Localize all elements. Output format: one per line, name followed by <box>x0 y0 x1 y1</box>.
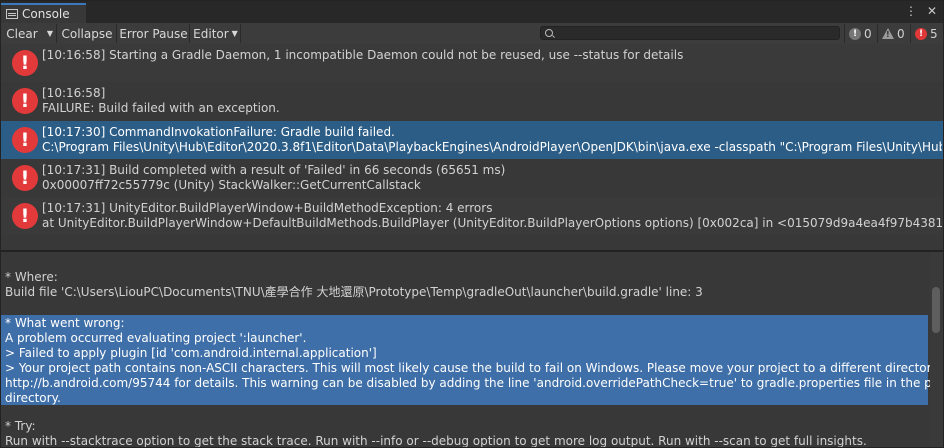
error-icon: ! <box>915 27 927 40</box>
detail-where-header: * Where: <box>5 270 58 284</box>
log-entry-line2: C:\Program Files\Unity\Hub\Editor\2020.3… <box>42 140 942 154</box>
detail-line: * What went wrong: <box>5 316 125 330</box>
warning-icon: ! <box>882 28 894 39</box>
detail-selected-text: * What went wrong: A problem occurred ev… <box>1 315 943 405</box>
scrollbar-thumb[interactable] <box>932 287 940 333</box>
caret-down-icon: ▼ <box>231 29 238 38</box>
detail-try-header: * Try: <box>5 419 36 433</box>
log-entry-line1: [10:17:31] Build completed with a result… <box>42 163 506 177</box>
detail-line: > Failed to apply plugin [id 'com.androi… <box>5 346 377 360</box>
collapse-button[interactable]: Collapse <box>58 24 117 43</box>
log-entry-text: [10:17:30] CommandInvokationFailure: Gra… <box>42 125 942 155</box>
log-entry[interactable]: ! [10:16:58] Starting a Gradle Daemon, 1… <box>1 44 943 82</box>
editor-dropdown-label: Editor <box>193 26 229 41</box>
error-pause-button[interactable]: Error Pause <box>118 24 190 43</box>
detail-line: > Your project path contains non-ASCII c… <box>5 361 943 375</box>
clear-options-dropdown[interactable]: ▼ <box>41 24 57 43</box>
log-entry-text: [10:16:58] Starting a Gradle Daemon, 1 i… <box>42 48 942 63</box>
log-entry-line2: FAILURE: Build failed with an exception. <box>42 101 280 115</box>
error-icon: ! <box>12 127 38 153</box>
log-entry-text: [10:17:31] UnityEditor.BuildPlayerWindow… <box>42 201 942 231</box>
log-entry-text: [10:17:31] Build completed with a result… <box>42 163 942 193</box>
console-window: Console ⋮ ✕ Clear ▼ Collapse Error Pause… <box>0 0 944 448</box>
log-entry-line2: 0x00007ff72c55779c (Unity) StackWalker::… <box>42 178 421 192</box>
warning-count-toggle[interactable]: ! 0 <box>877 24 909 43</box>
search-icon <box>545 29 553 37</box>
detail-line: directory. <box>5 391 61 405</box>
clear-button[interactable]: Clear <box>3 24 41 43</box>
detail-try-body: Run with --stacktrace option to get the … <box>5 434 867 447</box>
detail-line: A problem occurred evaluating project ':… <box>5 331 307 345</box>
warning-count: 0 <box>897 26 905 41</box>
search-field[interactable] <box>540 26 840 40</box>
close-icon[interactable]: ✕ <box>927 4 937 18</box>
detail-line: http://b.android.com/95744 for details. … <box>5 376 943 390</box>
tab-console[interactable]: Console <box>1 3 86 23</box>
log-entry-line2: at UnityEditor.BuildPlayerWindow+Default… <box>42 216 942 230</box>
detail-where-body: Build file 'C:\Users\LiouPC\Documents\TN… <box>5 285 703 299</box>
log-entry-selected[interactable]: ! [10:17:30] CommandInvokationFailure: G… <box>1 121 943 159</box>
info-count: 0 <box>864 26 872 41</box>
error-icon: ! <box>12 88 38 114</box>
log-entry-list: ! [10:16:58] Starting a Gradle Daemon, 1… <box>1 44 943 242</box>
info-icon: ! <box>849 27 861 40</box>
log-entry-line1: [10:16:58] <box>42 86 106 100</box>
editor-dropdown[interactable]: Editor ▼ <box>191 24 241 43</box>
error-icon: ! <box>12 203 38 229</box>
stack-trace-detail[interactable]: * Where: Build file 'C:\Users\LiouPC\Doc… <box>1 252 943 447</box>
detail-scrollbar[interactable] <box>930 252 943 447</box>
log-entry[interactable]: ! [10:17:31] Build completed with a resu… <box>1 159 943 197</box>
log-entry[interactable]: ! [10:16:58] FAILURE: Build failed with … <box>1 82 943 120</box>
info-count-toggle[interactable]: ! 0 <box>844 24 876 43</box>
tab-label: Console <box>22 7 70 21</box>
log-entry[interactable]: ! [10:17:31] UnityEditor.BuildPlayerWind… <box>1 197 943 235</box>
error-icon: ! <box>12 50 38 76</box>
caret-down-icon: ▼ <box>46 29 54 38</box>
console-icon <box>6 9 18 19</box>
log-entry-line1: [10:16:58] Starting a Gradle Daemon, 1 i… <box>42 48 684 62</box>
error-icon: ! <box>12 165 38 191</box>
search-input[interactable] <box>557 27 837 39</box>
log-entry-line1: [10:17:30] CommandInvokationFailure: Gra… <box>42 125 395 139</box>
error-count-toggle[interactable]: ! 5 <box>910 24 942 43</box>
more-options-icon[interactable]: ⋮ <box>905 4 917 18</box>
tab-bar: Console ⋮ ✕ <box>1 1 943 23</box>
window-controls: ⋮ ✕ <box>905 4 937 18</box>
error-count: 5 <box>930 26 938 41</box>
log-entry-line1: [10:17:31] UnityEditor.BuildPlayerWindow… <box>42 201 493 215</box>
log-entry-text: [10:16:58] FAILURE: Build failed with an… <box>42 86 942 116</box>
